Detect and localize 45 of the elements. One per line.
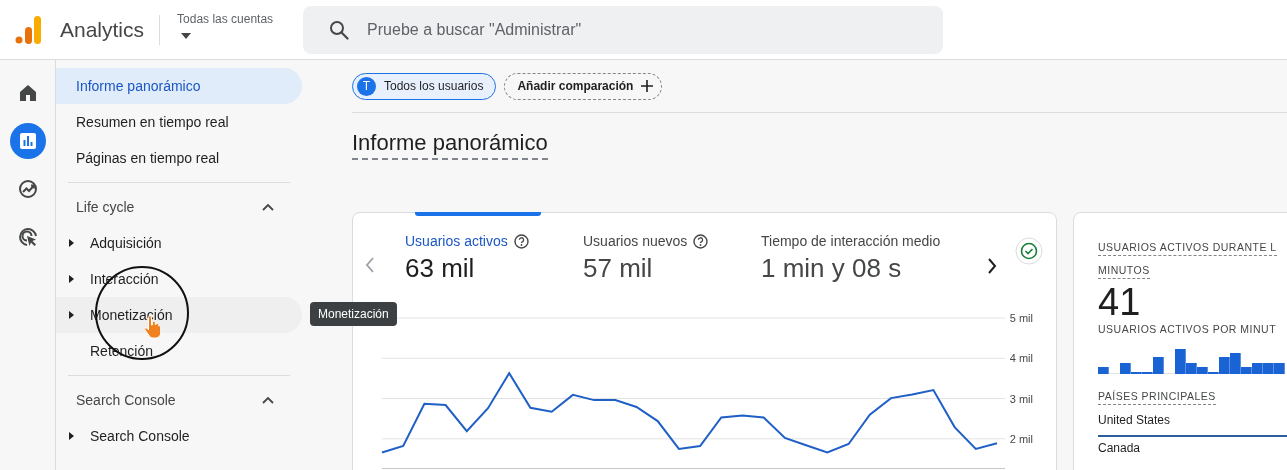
analytics-logo-icon[interactable] bbox=[15, 15, 41, 44]
expand-triangle-icon[interactable] bbox=[69, 311, 74, 319]
help-icon[interactable] bbox=[513, 233, 529, 249]
avatar-badge: T bbox=[357, 76, 376, 96]
tooltip: Monetización bbox=[310, 302, 397, 326]
section-title[interactable]: Life cycle bbox=[76, 199, 135, 215]
axis-tick-label: 3 mil bbox=[1009, 392, 1033, 405]
metric-tab[interactable]: Tiempo de interacción medio 1 min y 08 s bbox=[761, 233, 975, 284]
expand-triangle-icon[interactable] bbox=[69, 432, 74, 440]
card-subheading: USUARIOS ACTIVOS POR MINUT bbox=[1098, 323, 1278, 335]
chevron-up-icon[interactable] bbox=[262, 396, 274, 404]
metric-tab[interactable]: Usuarios nuevos 57 mil bbox=[583, 233, 761, 284]
realtime-value: 41 bbox=[1098, 281, 1142, 323]
card-heading: MINUTOS bbox=[1098, 264, 1150, 279]
card-heading: PAÍSES PRINCIPALES bbox=[1098, 390, 1216, 405]
cursor-target-icon bbox=[16, 226, 39, 248]
trend-chart-icon bbox=[16, 178, 39, 200]
expand-triangle-icon[interactable] bbox=[69, 275, 74, 283]
rail-button[interactable] bbox=[9, 123, 46, 159]
account-selector[interactable]: Todas las cuentas bbox=[177, 12, 274, 39]
chevron-right-icon[interactable] bbox=[987, 258, 997, 274]
axis-tick-label: 5 mil bbox=[1009, 312, 1033, 324]
axis-tick-label: 2 mil bbox=[1009, 432, 1033, 445]
chevron-up-icon[interactable] bbox=[262, 203, 274, 211]
expand-triangle-icon[interactable] bbox=[69, 239, 74, 247]
segment-chip[interactable]: T Todos los usuarios bbox=[352, 72, 497, 100]
nav-item[interactable]: Search Console bbox=[56, 418, 302, 454]
caret-icon bbox=[181, 33, 192, 39]
axis-tick-label: 4 mil bbox=[1009, 352, 1033, 365]
card-heading: USUARIOS ACTIVOS DURANTE L bbox=[1098, 241, 1277, 256]
nav-item[interactable]: Resumen en tiempo real bbox=[56, 104, 302, 140]
search-icon bbox=[329, 19, 350, 40]
nav-item[interactable]: Adquisición bbox=[56, 225, 302, 261]
country-name: United States bbox=[1098, 405, 1287, 437]
nav-item[interactable]: Páginas en tiempo real bbox=[56, 140, 302, 176]
country-name: Canada bbox=[1098, 440, 1142, 457]
metric-tab[interactable]: Usuarios activos 63 mil bbox=[405, 233, 583, 284]
nav-item[interactable]: Informe panorámico bbox=[56, 68, 302, 104]
chevron-left-icon[interactable] bbox=[365, 257, 375, 273]
product-name: Analytics bbox=[60, 17, 145, 42]
search-field[interactable]: Pruebe a buscar "Administrar" bbox=[303, 5, 944, 54]
page-title: Informe panorámico bbox=[352, 130, 548, 160]
plus-icon bbox=[641, 80, 654, 92]
section-title[interactable]: Search Console bbox=[76, 392, 176, 408]
help-icon[interactable] bbox=[693, 233, 709, 249]
